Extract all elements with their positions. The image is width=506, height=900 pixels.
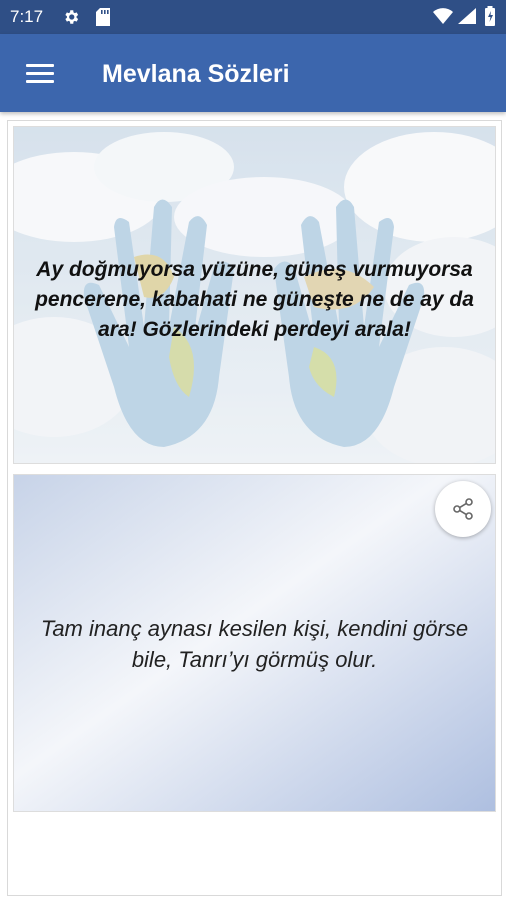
quote-card[interactable]: Ay doğmuyorsa yüzüne, güneş vurmuyorsa p…: [13, 126, 496, 464]
share-button[interactable]: [435, 481, 491, 537]
status-bar: 7:17: [0, 0, 506, 34]
quote-text: Ay doğmuyorsa yüzüne, güneş vurmuyorsa p…: [35, 258, 474, 341]
gear-icon: [62, 8, 80, 31]
quote-list[interactable]: Ay doğmuyorsa yüzüne, güneş vurmuyorsa p…: [7, 120, 502, 896]
hamburger-menu-icon[interactable]: [26, 64, 54, 84]
sd-card-icon: [96, 8, 110, 31]
wifi-icon: [433, 8, 453, 29]
share-icon: [453, 498, 473, 520]
quote-card[interactable]: Tam inanç aynası kesilen kişi, kendini g…: [13, 474, 496, 812]
signal-icon: [458, 8, 476, 29]
quote-text: Tam inanç aynası kesilen kişi, kendini g…: [40, 616, 469, 672]
battery-icon: [484, 6, 496, 31]
status-time: 7:17: [10, 7, 44, 26]
app-title: Mevlana Sözleri: [102, 60, 290, 88]
app-bar: Mevlana Sözleri: [0, 34, 506, 112]
